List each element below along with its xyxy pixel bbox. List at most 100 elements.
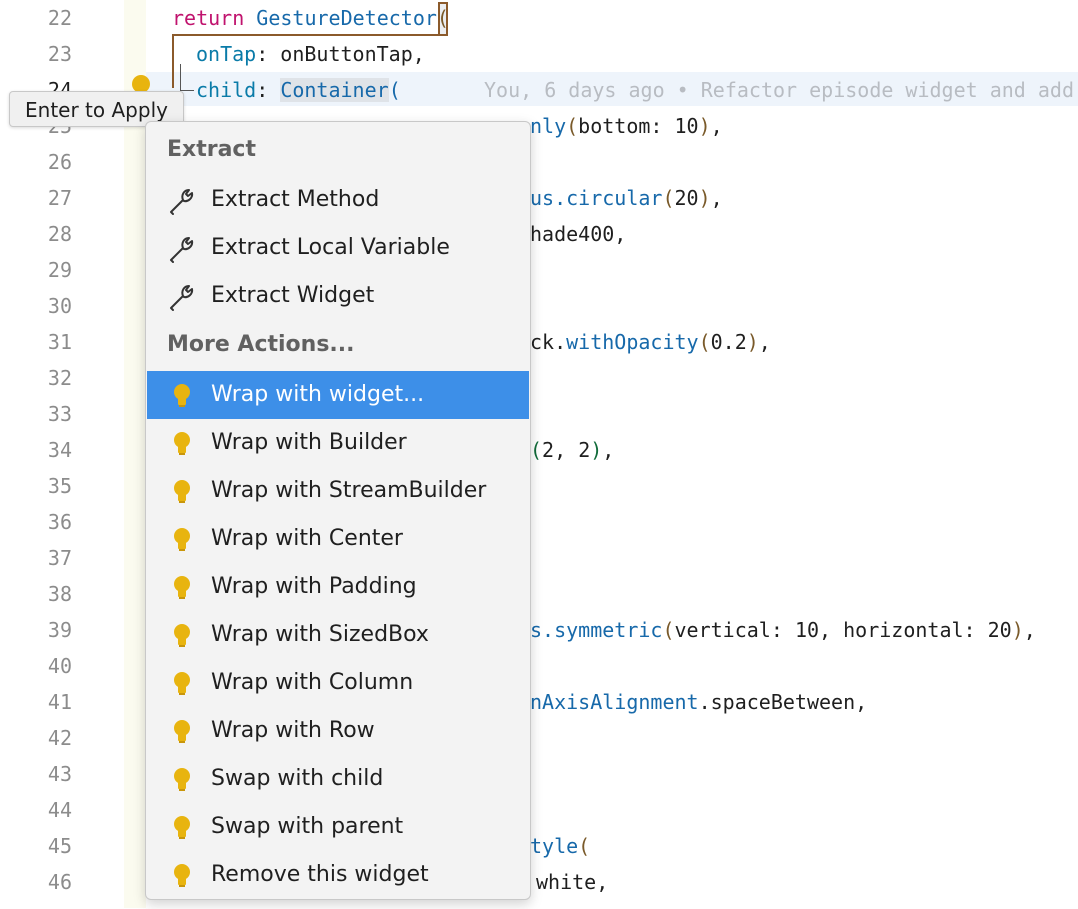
menu-item-label: Wrap with Builder [211,430,407,455]
lightbulb-icon [167,717,197,747]
menu-item-label: Remove this widget [211,862,429,887]
lightbulb-icon [167,429,197,459]
menu-item-label: Wrap with SizedBox [211,622,429,647]
token-text: , [1023,618,1036,642]
token-paren: ( [566,114,579,138]
token-number: 20 [674,186,699,210]
code-line-31: ck.withOpacity(0.2), [530,324,771,360]
code-line-46: white, [536,870,609,894]
line-number: 34 [47,438,72,462]
code-line-23: onTap: onButtonTap, [196,36,425,72]
gutter-margin [124,0,146,908]
line-number: 39 [47,618,72,642]
token-paren: ( [530,438,543,462]
token-text: ck. [530,330,567,354]
menu-item-label: Swap with parent [211,814,404,839]
menu-item-wrap-with-column[interactable]: Wrap with Column [147,659,529,707]
code-line-28: hade400, [530,222,627,246]
lightbulb-icon [167,477,197,507]
line-number: 41 [47,690,72,714]
line-number: 33 [47,402,72,426]
token-paren: ) [590,438,603,462]
menu-item-label: Swap with child [211,766,384,791]
menu-item-label: Extract Method [211,187,380,212]
token-fn: symmetric [554,618,663,642]
line-number: 30 [47,294,72,318]
wrench-icon [167,282,197,312]
menu-item-label: Wrap with Center [211,526,403,551]
menu-item-wrap-with-streambuilder[interactable]: Wrap with StreamBuilder [147,467,529,515]
token-property: horizontal [843,618,964,642]
token-sep: : [256,78,281,102]
menu-item-wrap-with-padding[interactable]: Wrap with Padding [147,563,529,611]
code-actions-menu[interactable]: Extract Extract Method Extract Local Var… [145,121,531,900]
lightbulb-icon [167,765,197,795]
menu-item-wrap-with-widget[interactable]: Wrap with widget... [147,371,529,419]
line-number: 31 [47,330,72,354]
code-line-25: nly(bottom: 10), [530,108,723,144]
lightbulb-icon [167,525,197,555]
lightbulb-icon [167,573,197,603]
token-class: tyle [530,834,579,858]
menu-section-extract: Extract [167,137,256,162]
token-text: , [710,114,723,138]
token-text: , [602,438,615,462]
menu-item-label: Wrap with widget... [211,382,425,407]
menu-item-swap-with-child[interactable]: Swap with child [147,755,529,803]
menu-item-wrap-with-builder[interactable]: Wrap with Builder [147,419,529,467]
line-number: 22 [47,6,72,30]
line-number: 29 [47,258,72,282]
menu-item-wrap-with-row[interactable]: Wrap with Row [147,707,529,755]
token-keyword: return [172,6,245,30]
token-class: s. [530,618,555,642]
line-number: 35 [47,474,72,498]
line-number: 45 [47,834,72,858]
lightbulb-icon [167,381,197,411]
token-sep: : [650,114,675,138]
menu-item-remove-this-widget[interactable]: Remove this widget [147,851,529,899]
git-blame-annotation: You, 6 days ago • Refactor episode widge… [484,78,1075,102]
line-number: 38 [47,582,72,606]
menu-item-wrap-with-sizedbox[interactable]: Wrap with SizedBox [147,611,529,659]
token-text: , [758,330,771,354]
line-number: 23 [47,42,72,66]
menu-item-extract-method[interactable]: Extract Method [147,176,529,224]
token-paren: ) [698,186,711,210]
token-text: : onButtonTap, [256,42,425,66]
line-number: 32 [47,366,72,390]
wrench-icon [167,186,197,216]
menu-item-swap-with-parent[interactable]: Swap with parent [147,803,529,851]
menu-item-label: Extract Widget [211,283,375,308]
menu-section-more-actions: More Actions... [167,332,355,357]
menu-item-wrap-with-center[interactable]: Wrap with Center [147,515,529,563]
lightbulb-icon [167,861,197,891]
code-line-24: child: Container( [196,72,401,108]
token-text: .spaceBetween, [698,690,868,714]
token-text: , [710,186,723,210]
lightbulb-icon [167,669,197,699]
token-property: bottom [578,114,651,138]
indent-guide [180,64,181,90]
code-line-34: (2, 2), [530,432,614,468]
token-paren: ) [698,114,711,138]
token-text: , [819,618,844,642]
code-line-41: nAxisAlignment.spaceBetween, [530,684,867,720]
menu-item-extract-local-variable[interactable]: Extract Local Variable [147,224,529,272]
token-paren: ) [746,330,759,354]
lightbulb-icon [167,813,197,843]
line-number: 36 [47,510,72,534]
token-paren: ) [1011,618,1024,642]
menu-item-extract-widget[interactable]: Extract Widget [147,272,529,320]
token-fn: circular [566,186,663,210]
token-property: child [196,78,257,102]
code-line-27: us.circular(20), [530,180,723,216]
token-sep: : [963,618,988,642]
token-text: , [554,438,579,462]
code-line-22: return GestureDetector( [172,0,449,36]
token-number: 20 [987,618,1012,642]
code-line-39: s.symmetric(vertical: 10, horizontal: 20… [530,612,1036,648]
code-line-45: tyle( [530,828,590,864]
menu-item-label: Extract Local Variable [211,235,450,260]
token-property: vertical [674,618,771,642]
token-class: nAxisAlignment [530,690,699,714]
